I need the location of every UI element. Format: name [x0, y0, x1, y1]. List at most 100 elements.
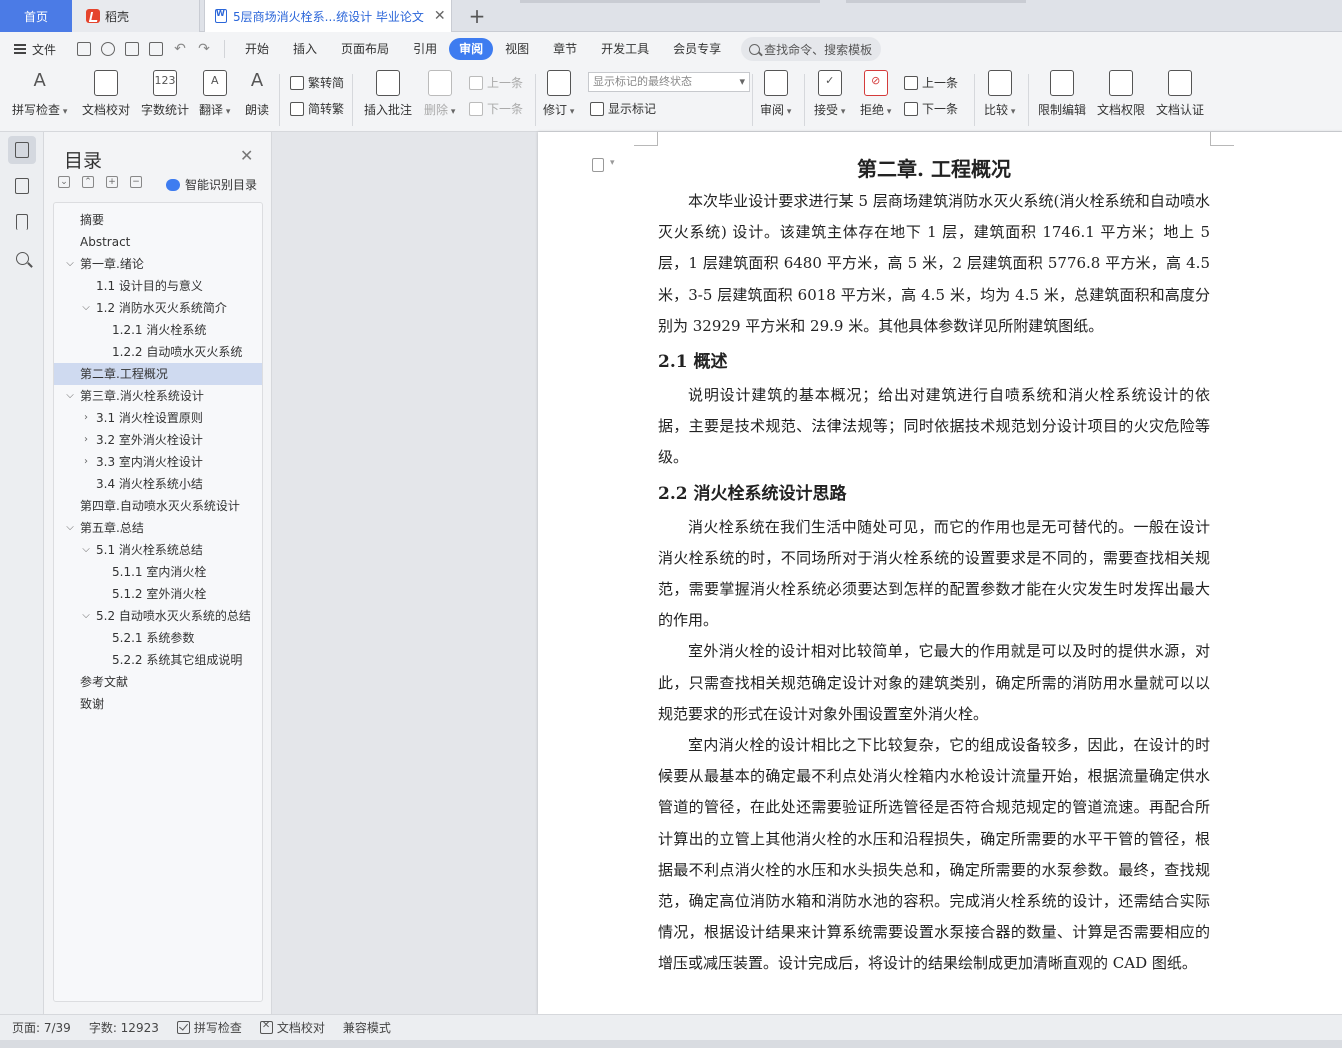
- sync-icon[interactable]: [101, 42, 116, 56]
- navigation-panel-button[interactable]: [8, 172, 36, 200]
- chevron-down-icon[interactable]: ⌵: [64, 517, 76, 539]
- chevron-down-icon[interactable]: ▾: [610, 158, 615, 168]
- toc-item[interactable]: › 3.3 室内消火栓设计: [54, 451, 262, 473]
- menu-insert[interactable]: 插入: [281, 38, 329, 60]
- tab-daoke[interactable]: 稻壳: [72, 0, 200, 32]
- toc-item[interactable]: 1.2.1 消火栓系统: [54, 319, 262, 341]
- reject-button[interactable]: ⊘ 拒绝: [860, 70, 891, 118]
- chevron-down-icon[interactable]: ⌵: [64, 253, 76, 275]
- next-change-button[interactable]: 下一条: [904, 100, 958, 117]
- toc-panel: 目录 ✕ ⌄ ⌃ + − 智能识别目录 摘要 Abstract ⌵ 第一章.绪论 1.1…: [44, 132, 272, 1014]
- tab-home[interactable]: 首页: [0, 0, 72, 32]
- close-tab-icon[interactable]: ✕: [434, 8, 446, 24]
- print-preview-icon[interactable]: [149, 42, 164, 56]
- menu-review[interactable]: 审阅: [449, 38, 494, 60]
- prev-change-button[interactable]: 上一条: [904, 74, 958, 91]
- doc-permission-button[interactable]: 文档权限: [1097, 70, 1145, 118]
- toc-item[interactable]: Abstract: [54, 231, 262, 253]
- close-icon[interactable]: ✕: [240, 146, 253, 165]
- toc-item[interactable]: ⌵ 第一章.绪论: [54, 253, 262, 275]
- insert-comment-button[interactable]: 插入批注: [364, 70, 412, 118]
- restrict-edit-button[interactable]: 限制编辑: [1038, 70, 1086, 118]
- undo-icon[interactable]: ↶: [173, 42, 187, 56]
- status-doc-proofread-label: 文档校对: [276, 1021, 325, 1035]
- status-doc-proofread[interactable]: 文档校对: [259, 1019, 325, 1036]
- prev-comment-button[interactable]: 上一条: [469, 74, 523, 91]
- toc-item[interactable]: ⌵ 第五章.总结: [54, 517, 262, 539]
- toc-item[interactable]: › 3.2 室外消火栓设计: [54, 429, 262, 451]
- track-changes-button[interactable]: 修订: [543, 70, 574, 118]
- delete-comment-button[interactable]: 删除: [424, 70, 455, 118]
- tab-document[interactable]: 5层商场消火栓系...统设计 毕业论文 ✕: [204, 0, 452, 32]
- toc-item[interactable]: 第四章.自动喷水灭火系统设计: [54, 495, 262, 517]
- status-spell-check[interactable]: 拼写检查: [176, 1019, 242, 1036]
- toc-item[interactable]: 5.1.1 室内消火栓: [54, 561, 262, 583]
- smart-identify-toc-button[interactable]: 智能识别目录: [166, 176, 257, 193]
- toc-item[interactable]: 第二章.工程概况: [54, 363, 262, 385]
- trad-to-simp-button[interactable]: 繁转简: [290, 74, 344, 91]
- bookmark-panel-button[interactable]: [8, 208, 36, 236]
- menu-start[interactable]: 开始: [233, 38, 281, 60]
- simp-to-trad-button[interactable]: 简转繁: [290, 100, 344, 117]
- accept-button[interactable]: ✓ 接受: [814, 70, 845, 118]
- show-markup-button[interactable]: 显示标记: [590, 100, 656, 117]
- toc-item[interactable]: 5.2.2 系统其它组成说明: [54, 649, 262, 671]
- chevron-down-icon[interactable]: ⌵: [80, 539, 92, 561]
- doc-proofread-button[interactable]: 文档校对: [82, 70, 130, 118]
- word-count-indicator[interactable]: 字数: 12923: [89, 1019, 159, 1036]
- new-tab-button[interactable]: +: [462, 0, 492, 32]
- toc-item[interactable]: ⌵ 第三章.消火栓系统设计: [54, 385, 262, 407]
- markup-mode-select[interactable]: 显示标记的最终状态: [588, 72, 750, 92]
- page-indicator[interactable]: 页面: 7/39: [12, 1019, 71, 1036]
- chevron-down-icon[interactable]: ⌵: [80, 605, 92, 627]
- command-search-input[interactable]: 查找命令、搜索模板: [741, 37, 882, 61]
- translate-button[interactable]: A 翻译: [199, 70, 230, 118]
- menu-developer[interactable]: 开发工具: [589, 38, 661, 60]
- find-panel-button[interactable]: [8, 244, 36, 272]
- menu-references[interactable]: 引用: [401, 38, 449, 60]
- menu-chapter[interactable]: 章节: [541, 38, 589, 60]
- toc-item[interactable]: 参考文献: [54, 671, 262, 693]
- toc-item[interactable]: ⌵ 1.2 消防水灭火系统简介: [54, 297, 262, 319]
- document-page[interactable]: ▾ 第二章. 工程概况 本次毕业设计要求进行某 5 层商场建筑消防水灭火系统(消…: [538, 132, 1342, 1014]
- toc-item[interactable]: 5.2.1 系统参数: [54, 627, 262, 649]
- menu-view[interactable]: 视图: [493, 38, 541, 60]
- read-aloud-button[interactable]: A 朗读: [245, 70, 269, 118]
- compare-button[interactable]: 比较: [984, 70, 1015, 118]
- accept-check-icon: ✓: [817, 70, 842, 96]
- expand-up-icon[interactable]: ⌃: [82, 176, 94, 188]
- menu-page-layout[interactable]: 页面布局: [329, 38, 401, 60]
- toc-item[interactable]: 摘要: [54, 209, 262, 231]
- file-menu[interactable]: 文件: [0, 41, 72, 58]
- chevron-right-icon[interactable]: ›: [80, 451, 92, 473]
- toc-item[interactable]: 致谢: [54, 693, 262, 715]
- toc-item[interactable]: ⌵ 5.2 自动喷水灭火系统的总结: [54, 605, 262, 627]
- doc-certify-button[interactable]: 文档认证: [1156, 70, 1204, 118]
- spell-check-button[interactable]: A 拼写检查: [12, 70, 67, 118]
- chevron-down-icon[interactable]: ⌵: [80, 297, 92, 319]
- paragraph-layout-icon[interactable]: [592, 158, 604, 172]
- add-heading-icon[interactable]: +: [106, 176, 118, 188]
- collapse-all-icon[interactable]: ⌄: [58, 176, 70, 188]
- toc-item[interactable]: ⌵ 5.1 消火栓系统总结: [54, 539, 262, 561]
- toc-item[interactable]: 3.4 消火栓系统小结: [54, 473, 262, 495]
- chevron-right-icon[interactable]: ›: [80, 429, 92, 451]
- smart-identify-label: 智能识别目录: [185, 178, 258, 192]
- word-count-button[interactable]: 123 字数统计: [141, 70, 189, 118]
- toc-item[interactable]: 1.2.2 自动喷水灭火系统: [54, 341, 262, 363]
- toc-item[interactable]: 1.1 设计目的与意义: [54, 275, 262, 297]
- chevron-down-icon[interactable]: ⌵: [64, 385, 76, 407]
- tab-document-label: 5层商场消火栓系...统设计 毕业论文: [233, 9, 424, 24]
- toc-item[interactable]: 5.1.2 室外消火栓: [54, 583, 262, 605]
- review-pane-button[interactable]: 审阅: [760, 70, 791, 118]
- next-comment-button[interactable]: 下一条: [469, 100, 523, 117]
- redo-icon[interactable]: ↷: [197, 42, 211, 56]
- toc-item-label: 致谢: [80, 697, 105, 711]
- menu-member[interactable]: 会员专享: [661, 38, 733, 60]
- chevron-right-icon[interactable]: ›: [80, 407, 92, 429]
- toc-item[interactable]: › 3.1 消火栓设置原则: [54, 407, 262, 429]
- remove-heading-icon[interactable]: −: [130, 176, 142, 188]
- print-icon[interactable]: [125, 42, 140, 56]
- toc-panel-button[interactable]: [8, 136, 36, 164]
- save-icon[interactable]: [77, 42, 92, 56]
